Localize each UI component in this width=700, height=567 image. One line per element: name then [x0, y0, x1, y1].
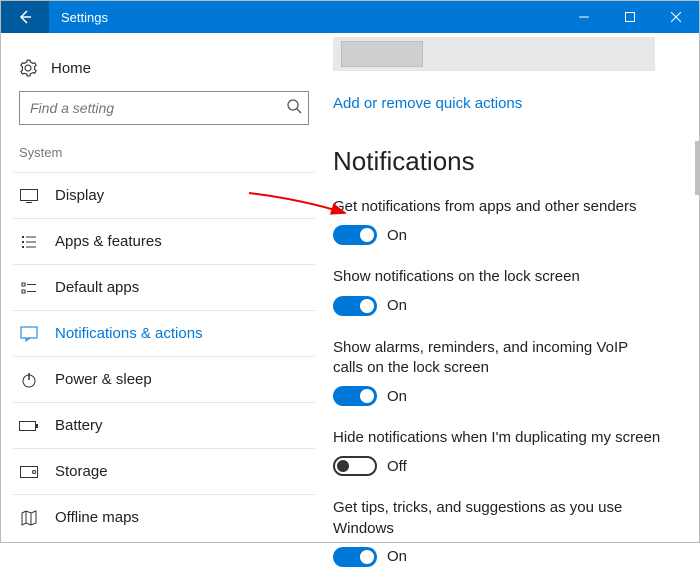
sidebar-home[interactable]: Home — [13, 53, 315, 91]
notifications-icon — [19, 326, 39, 342]
toggle-tips-suggestions[interactable] — [333, 547, 377, 567]
setting-label: Hide notifications when I'm duplicating … — [333, 428, 681, 448]
toggle-alarms-lock-screen[interactable] — [333, 386, 377, 406]
sidebar-item-notifications-actions[interactable]: Notifications & actions — [13, 311, 315, 357]
gear-icon — [19, 59, 37, 77]
toggle-state: Off — [387, 458, 407, 475]
search-input[interactable] — [30, 100, 286, 116]
close-button[interactable] — [653, 1, 699, 33]
sidebar-item-label: Apps & features — [55, 233, 162, 250]
section-heading: Notifications — [333, 146, 681, 177]
setting-hide-when-duplicating: Hide notifications when I'm duplicating … — [333, 428, 681, 476]
sidebar-item-label: Battery — [55, 417, 103, 434]
setting-lock-screen-notifications: Show notifications on the lock screen On — [333, 267, 681, 315]
display-icon — [19, 189, 39, 203]
maximize-button[interactable] — [607, 1, 653, 33]
sidebar-item-apps-features[interactable]: Apps & features — [13, 219, 315, 265]
sidebar: Home System Display Apps & features — [1, 33, 321, 542]
sidebar-item-label: Display — [55, 187, 104, 204]
setting-tips-suggestions: Get tips, tricks, and suggestions as you… — [333, 498, 681, 567]
quick-action-tile[interactable] — [341, 41, 423, 67]
setting-label: Get tips, tricks, and suggestions as you… — [333, 498, 681, 539]
scrollbar-thumb[interactable] — [695, 141, 700, 195]
sidebar-item-label: Default apps — [55, 279, 139, 296]
sidebar-item-power-sleep[interactable]: Power & sleep — [13, 357, 315, 403]
sidebar-item-label: Notifications & actions — [55, 325, 203, 342]
toggle-state: On — [387, 388, 407, 405]
sidebar-item-label: Storage — [55, 463, 108, 480]
toggle-state: On — [387, 548, 407, 565]
search-box[interactable] — [19, 91, 309, 125]
setting-label: Show alarms, reminders, and incoming VoI… — [333, 338, 653, 379]
storage-icon — [19, 466, 39, 478]
quick-actions-link[interactable]: Add or remove quick actions — [333, 71, 681, 120]
sidebar-home-label: Home — [51, 60, 91, 77]
battery-icon — [19, 420, 39, 432]
content-area: Home System Display Apps & features — [1, 33, 699, 542]
search-icon — [286, 98, 302, 119]
window-controls — [561, 1, 699, 33]
sidebar-item-offline-maps[interactable]: Offline maps — [13, 495, 315, 540]
toggle-state: On — [387, 297, 407, 314]
main-panel: Add or remove quick actions Notification… — [321, 33, 699, 542]
toggle-hide-when-duplicating[interactable] — [333, 456, 377, 476]
setting-alarms-lock-screen: Show alarms, reminders, and incoming VoI… — [333, 338, 681, 407]
quick-actions-strip — [333, 37, 655, 71]
toggle-get-notifications[interactable] — [333, 225, 377, 245]
power-icon — [19, 372, 39, 388]
setting-label: Get notifications from apps and other se… — [333, 197, 681, 217]
default-apps-icon — [19, 280, 39, 296]
apps-icon — [19, 234, 39, 250]
sidebar-item-label: Offline maps — [55, 509, 139, 526]
back-arrow-icon — [17, 9, 33, 25]
back-button[interactable] — [1, 1, 49, 33]
setting-label: Show notifications on the lock screen — [333, 267, 681, 287]
search-container — [19, 91, 309, 125]
maps-icon — [19, 510, 39, 526]
toggle-lock-screen-notifications[interactable] — [333, 296, 377, 316]
sidebar-item-storage[interactable]: Storage — [13, 449, 315, 495]
window-title: Settings — [49, 10, 561, 25]
sidebar-item-label: Power & sleep — [55, 371, 152, 388]
sidebar-item-battery[interactable]: Battery — [13, 403, 315, 449]
minimize-button[interactable] — [561, 1, 607, 33]
sidebar-item-default-apps[interactable]: Default apps — [13, 265, 315, 311]
sidebar-group-label: System — [13, 145, 315, 172]
setting-get-notifications: Get notifications from apps and other se… — [333, 197, 681, 245]
sidebar-item-display[interactable]: Display — [13, 172, 315, 219]
toggle-state: On — [387, 227, 407, 244]
title-bar: Settings — [1, 1, 699, 33]
